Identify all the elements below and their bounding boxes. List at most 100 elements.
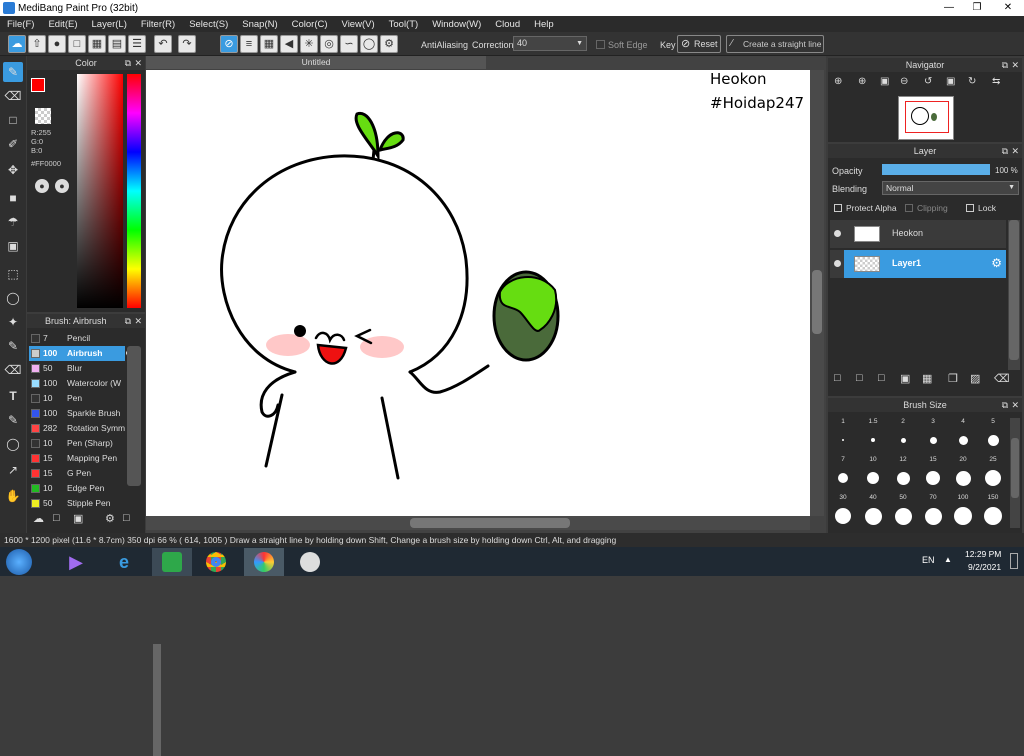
eyedropper-tool-icon[interactable]: ◯ — [3, 434, 23, 454]
snap-curve-icon[interactable]: ∽ — [340, 35, 358, 53]
brush-size-dot[interactable] — [900, 437, 906, 443]
brush-size-dot[interactable] — [867, 472, 879, 484]
chrome-icon[interactable] — [196, 548, 236, 576]
brush-item[interactable]: 10 Edge Pen — [29, 481, 125, 496]
menu-filter[interactable]: Filter(R) — [134, 19, 182, 30]
close-icon[interactable]: ✕ — [1011, 58, 1019, 72]
lasso-tool-icon[interactable]: ◯ — [3, 288, 23, 308]
zoom-icon[interactable]: ⊕ — [834, 76, 842, 87]
rotate-right-icon[interactable]: ↻ — [968, 76, 976, 87]
select-pen-tool-icon[interactable]: ✎ — [3, 336, 23, 356]
brush-size-dot[interactable] — [958, 435, 968, 445]
start-icon[interactable] — [6, 549, 32, 575]
snap-circle-icon[interactable]: ◎ — [320, 35, 338, 53]
new-layer-icon[interactable]: □ — [834, 372, 841, 384]
brush-settings-icon[interactable]: ⚙ — [105, 512, 115, 525]
save-icon[interactable]: ▦ — [88, 35, 106, 53]
vertical-scrollbar-thumb[interactable] — [812, 270, 822, 334]
bucket-tool-icon[interactable]: ☂ — [3, 212, 23, 232]
menu-view[interactable]: View(V) — [335, 19, 382, 30]
brush-size-dot[interactable] — [926, 471, 940, 485]
saturation-value-picker[interactable] — [77, 74, 123, 308]
fill-rect-tool-icon[interactable]: ■ — [3, 188, 23, 208]
notification-icon[interactable] — [1010, 553, 1018, 569]
brush-item[interactable]: 282 Rotation Symm — [29, 421, 125, 436]
menu-window[interactable]: Window(W) — [425, 19, 488, 30]
menu-tool[interactable]: Tool(T) — [382, 19, 426, 30]
eraser-tool-icon[interactable]: ⌫ — [3, 86, 23, 106]
primary-color-swatch[interactable] — [31, 78, 45, 92]
brush-size-dot[interactable] — [842, 439, 844, 441]
text-tool-icon[interactable]: T — [3, 386, 23, 406]
menu-snap[interactable]: Snap(N) — [235, 19, 284, 30]
cloud-icon[interactable]: ☁ — [8, 35, 26, 53]
brush-size-dot[interactable] — [929, 436, 937, 444]
horizontal-scrollbar[interactable] — [146, 516, 810, 530]
export-icon[interactable]: ▤ — [108, 35, 126, 53]
reset-view-icon[interactable]: ▣ — [946, 76, 955, 87]
minimize-button[interactable]: — — [934, 0, 964, 16]
merge-layer-icon[interactable]: ▨ — [970, 372, 980, 385]
layer-row-layer1[interactable]: Layer1 ⚙ — [830, 250, 1006, 278]
brush-size-dot[interactable] — [954, 507, 972, 525]
maximize-button[interactable]: ❐ — [962, 0, 992, 16]
brush-size-dot[interactable] — [984, 507, 1002, 525]
brush-size-dot[interactable] — [955, 470, 971, 486]
select-eraser-tool-icon[interactable]: ⌫ — [3, 360, 23, 380]
new-layer-1bit-icon[interactable]: □ — [878, 372, 885, 384]
brush-item[interactable]: 15 Mapping Pen — [29, 451, 125, 466]
lock-checkbox[interactable] — [966, 204, 974, 212]
new-layer-8bit-icon[interactable]: □ — [856, 372, 863, 384]
brush-item[interactable]: 10 Pen — [29, 391, 125, 406]
menu-layer[interactable]: Layer(L) — [85, 19, 134, 30]
brush-list-scrollbar[interactable] — [153, 644, 161, 756]
brush-item[interactable]: 15 G Pen — [29, 466, 125, 481]
redo-icon[interactable]: ↷ — [178, 35, 196, 53]
menu-edit[interactable]: Edit(E) — [41, 19, 84, 30]
move-tool-icon[interactable]: ✥ — [3, 160, 23, 180]
close-icon[interactable]: ✕ — [1011, 398, 1019, 412]
drawing-canvas[interactable]: Heokon #Hoidap247 — [146, 70, 810, 516]
close-icon[interactable]: ✕ — [134, 56, 142, 70]
float-icon[interactable]: ⧉ — [125, 56, 131, 70]
brush-item[interactable]: 50 Stipple Pen — [29, 496, 125, 511]
zoom-tool-icon[interactable]: ↗ — [3, 460, 23, 480]
layer-row-heokon[interactable]: Heokon — [830, 220, 1006, 248]
select-tool-icon[interactable]: ⬚ — [3, 264, 23, 284]
snap-ellipse-icon[interactable]: ◯ — [360, 35, 378, 53]
brush-size-dot[interactable] — [871, 438, 875, 442]
palette-add-icon[interactable]: ● — [55, 179, 69, 193]
brush-item[interactable]: 7 Pencil — [29, 331, 125, 346]
brush-item[interactable]: 100 Sparkle Brush — [29, 406, 125, 421]
reset-button[interactable]: ⊘ Reset — [677, 35, 721, 53]
layer-settings-icon[interactable]: ⚙ — [991, 256, 1002, 270]
rectangle-tool-icon[interactable]: □ — [3, 110, 23, 130]
brush-item[interactable]: 100Airbrush⚙ — [29, 346, 133, 361]
menu-file[interactable]: File(F) — [0, 19, 41, 30]
horizontal-scrollbar-thumb[interactable] — [410, 518, 570, 528]
brush-size-dot[interactable] — [835, 508, 851, 524]
brush-cloud-icon[interactable]: ☁ — [33, 512, 44, 525]
duplicate-layer-icon[interactable]: ❐ — [948, 372, 958, 385]
brush-scrollbar-thumb[interactable] — [127, 346, 141, 486]
clipping-checkbox[interactable] — [905, 204, 913, 212]
zoom-in-icon[interactable]: ⊕ — [858, 76, 866, 87]
float-icon[interactable]: ⧉ — [1002, 58, 1008, 72]
brush-size-scrollbar[interactable] — [1010, 418, 1020, 528]
brush-tool-icon[interactable]: ✎ — [3, 62, 23, 82]
delete-brush-icon[interactable]: □ — [123, 512, 130, 524]
fit-icon[interactable]: ▣ — [880, 76, 889, 87]
divide-tool-icon[interactable]: ✎ — [3, 410, 23, 430]
paint-icon[interactable] — [290, 548, 330, 576]
language-indicator[interactable]: EN — [922, 555, 935, 565]
float-icon[interactable]: ⧉ — [1002, 398, 1008, 412]
correction-select[interactable]: 40 ▼ — [513, 36, 587, 51]
hue-slider[interactable] — [127, 74, 141, 308]
new-file-icon[interactable]: □ — [68, 35, 86, 53]
snap-perspective-icon[interactable]: ◀ — [280, 35, 298, 53]
close-icon[interactable]: ✕ — [134, 314, 142, 328]
flip-icon[interactable]: ⇆ — [992, 76, 1000, 87]
transparent-color-swatch[interactable] — [35, 108, 51, 124]
vertical-scrollbar[interactable] — [810, 70, 824, 516]
brush-list-icon[interactable]: ☰ — [128, 35, 146, 53]
